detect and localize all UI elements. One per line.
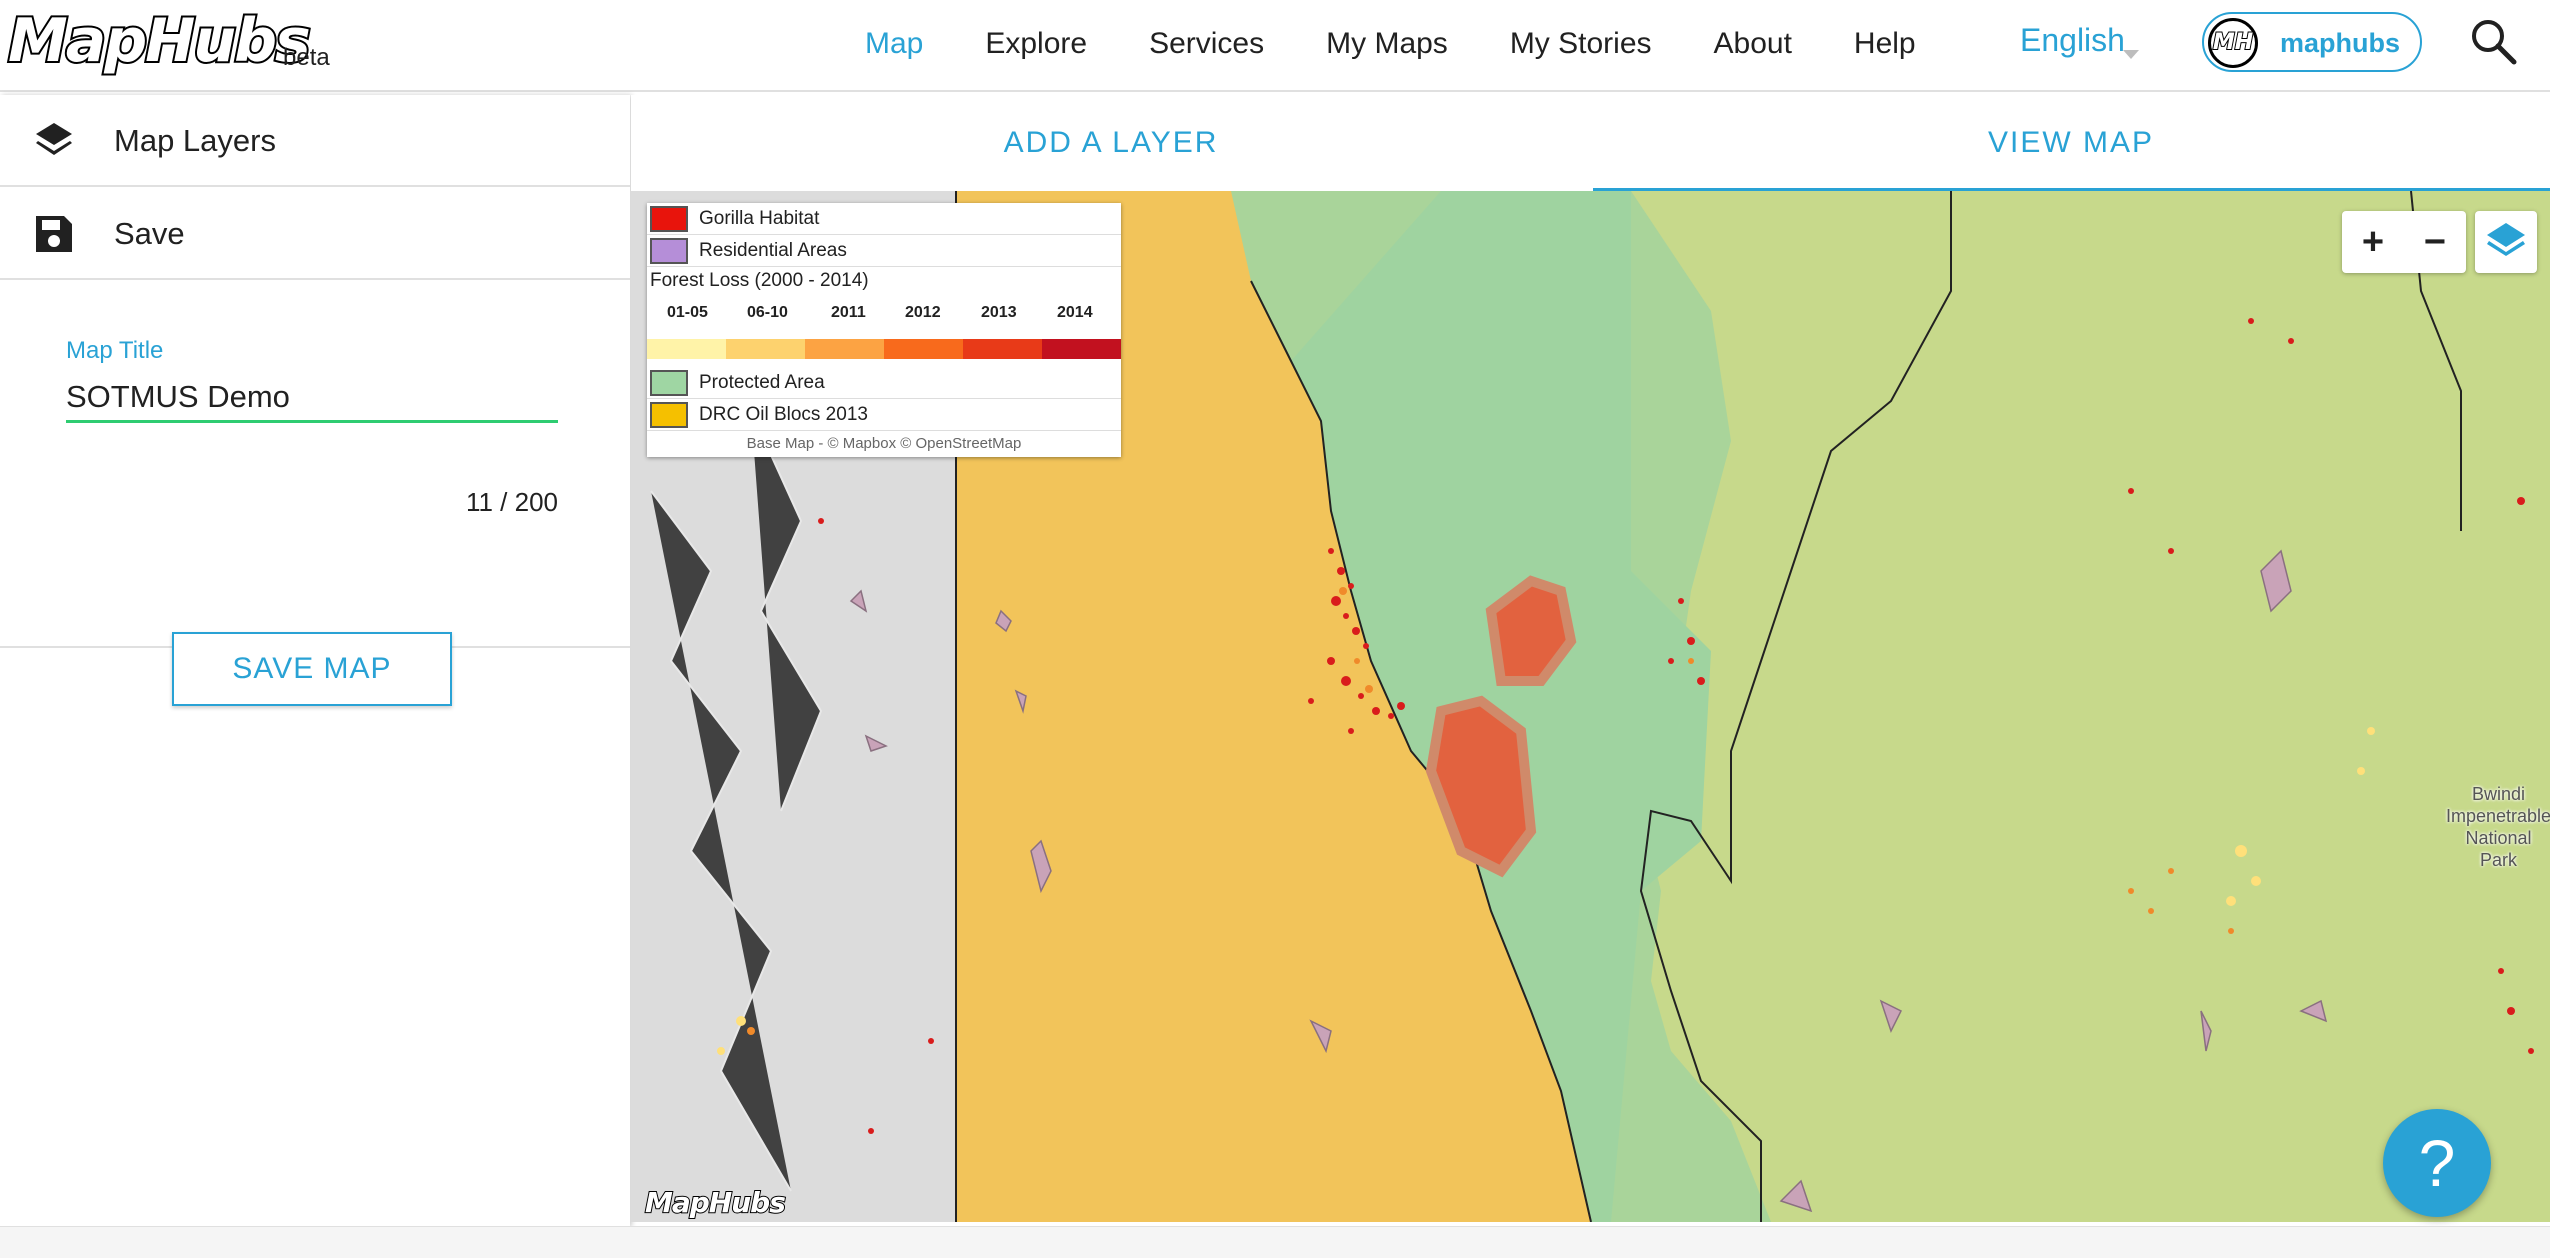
legend-swatch-gorilla xyxy=(650,206,688,232)
map-title-form: Map Title 11 / 200 xyxy=(0,283,630,648)
map-layers-label: Map Layers xyxy=(114,123,276,158)
legend-label-gorilla: Gorilla Habitat xyxy=(699,208,820,229)
save-map-button[interactable]: SAVE MAP xyxy=(172,632,452,706)
legend-year: 06-10 xyxy=(747,304,788,321)
avatar[interactable]: MH xyxy=(2208,18,2258,68)
zoom-out-button[interactable]: − xyxy=(2404,211,2466,273)
map-attribution[interactable]: Base Map - © Mapbox © OpenStreetMap xyxy=(647,435,1121,452)
map-watermark-logo: MapHubs xyxy=(644,1185,787,1220)
layers-icon xyxy=(36,123,72,155)
nav-item-map[interactable]: Map xyxy=(865,27,923,61)
legend-item-oil-blocs: DRC Oil Blocs 2013 xyxy=(647,399,1121,431)
maphubs-logo[interactable]: MapHubs xyxy=(6,4,313,78)
legend-forest-loss-title: Forest Loss (2000 - 2014) xyxy=(650,270,869,291)
legend-label-oil-blocs: DRC Oil Blocs 2013 xyxy=(699,404,868,425)
nav-item-my-stories[interactable]: My Stories xyxy=(1510,27,1652,61)
floppy-disk-icon xyxy=(36,216,72,252)
beta-label: beta xyxy=(283,44,330,71)
username-label[interactable]: maphubs xyxy=(2280,28,2400,59)
legend-swatch-residential xyxy=(650,238,688,264)
map-title-input[interactable] xyxy=(66,373,558,423)
nav-item-my-maps[interactable]: My Maps xyxy=(1326,27,1448,61)
legend-item-residential: Residential Areas xyxy=(647,235,1121,267)
legend-ramp-step xyxy=(1042,339,1121,359)
nav-item-about[interactable]: About xyxy=(1714,27,1792,61)
legend-swatch-protected xyxy=(650,370,688,396)
legend-year: 2012 xyxy=(905,304,941,321)
nav-item-help[interactable]: Help xyxy=(1854,27,1916,61)
legend-item-gorilla-habitat: Gorilla Habitat xyxy=(647,203,1121,235)
legend-label-protected: Protected Area xyxy=(699,372,825,393)
zoom-controls: + − xyxy=(2342,211,2466,273)
legend-ramp-step xyxy=(647,339,726,359)
legend-item-protected-area: Protected Area xyxy=(647,367,1121,399)
search-icon[interactable] xyxy=(2468,16,2518,66)
top-navbar: MapHubs beta Map Explore Services My Map… xyxy=(0,0,2550,92)
legend-ramp-step xyxy=(963,339,1042,359)
map-legend: Gorilla Habitat Residential Areas Forest… xyxy=(647,203,1121,457)
tab-add-a-layer[interactable]: ADD A LAYER xyxy=(631,95,1591,191)
language-selector[interactable]: English xyxy=(2020,22,2125,59)
legend-ramp-step xyxy=(726,339,805,359)
logo-text[interactable]: MapHubs xyxy=(6,4,313,78)
map-layers-row[interactable]: Map Layers xyxy=(0,95,630,187)
user-menu-chip[interactable]: MH maphubs xyxy=(2202,12,2422,72)
zoom-in-button[interactable]: + xyxy=(2342,211,2404,273)
map-title-label: Map Title xyxy=(66,337,164,364)
editor-tabs: ADD A LAYER VIEW MAP xyxy=(631,95,2550,192)
legend-year: 2013 xyxy=(981,304,1017,321)
page-footer-strip xyxy=(0,1226,2550,1258)
oil-over-protected-area xyxy=(1631,191,2550,1222)
legend-swatch-oil-blocs xyxy=(650,402,688,428)
map-place-label: Bwindi Impenetrable National Park xyxy=(2446,784,2550,870)
legend-year: 2011 xyxy=(831,304,866,321)
save-row[interactable]: Save xyxy=(0,188,630,280)
nav-item-services[interactable]: Services xyxy=(1149,27,1264,61)
legend-forest-loss-years: 01-05 06-10 2011 2012 2013 2014 xyxy=(647,304,1121,324)
help-button[interactable]: ? xyxy=(2383,1109,2491,1217)
chevron-down-icon[interactable] xyxy=(2123,50,2139,59)
tab-view-map[interactable]: VIEW MAP xyxy=(1591,95,2550,191)
nav-item-explore[interactable]: Explore xyxy=(985,27,1087,61)
map-builder-sidebar: Map Layers Save Map Title 11 / 200 SAVE … xyxy=(0,95,630,1227)
layer-toggle-button[interactable] xyxy=(2475,211,2537,273)
legend-ramp-step xyxy=(884,339,963,359)
legend-year: 01-05 xyxy=(667,304,708,321)
main-nav: Map Explore Services My Maps My Stories … xyxy=(865,0,1978,88)
legend-year: 2014 xyxy=(1057,304,1093,321)
save-label: Save xyxy=(114,216,185,251)
legend-label-residential: Residential Areas xyxy=(699,240,847,261)
legend-ramp-step xyxy=(805,339,884,359)
legend-forest-loss-ramp xyxy=(647,339,1121,359)
layers-icon xyxy=(2487,223,2525,256)
char-counter: 11 / 200 xyxy=(465,487,558,517)
